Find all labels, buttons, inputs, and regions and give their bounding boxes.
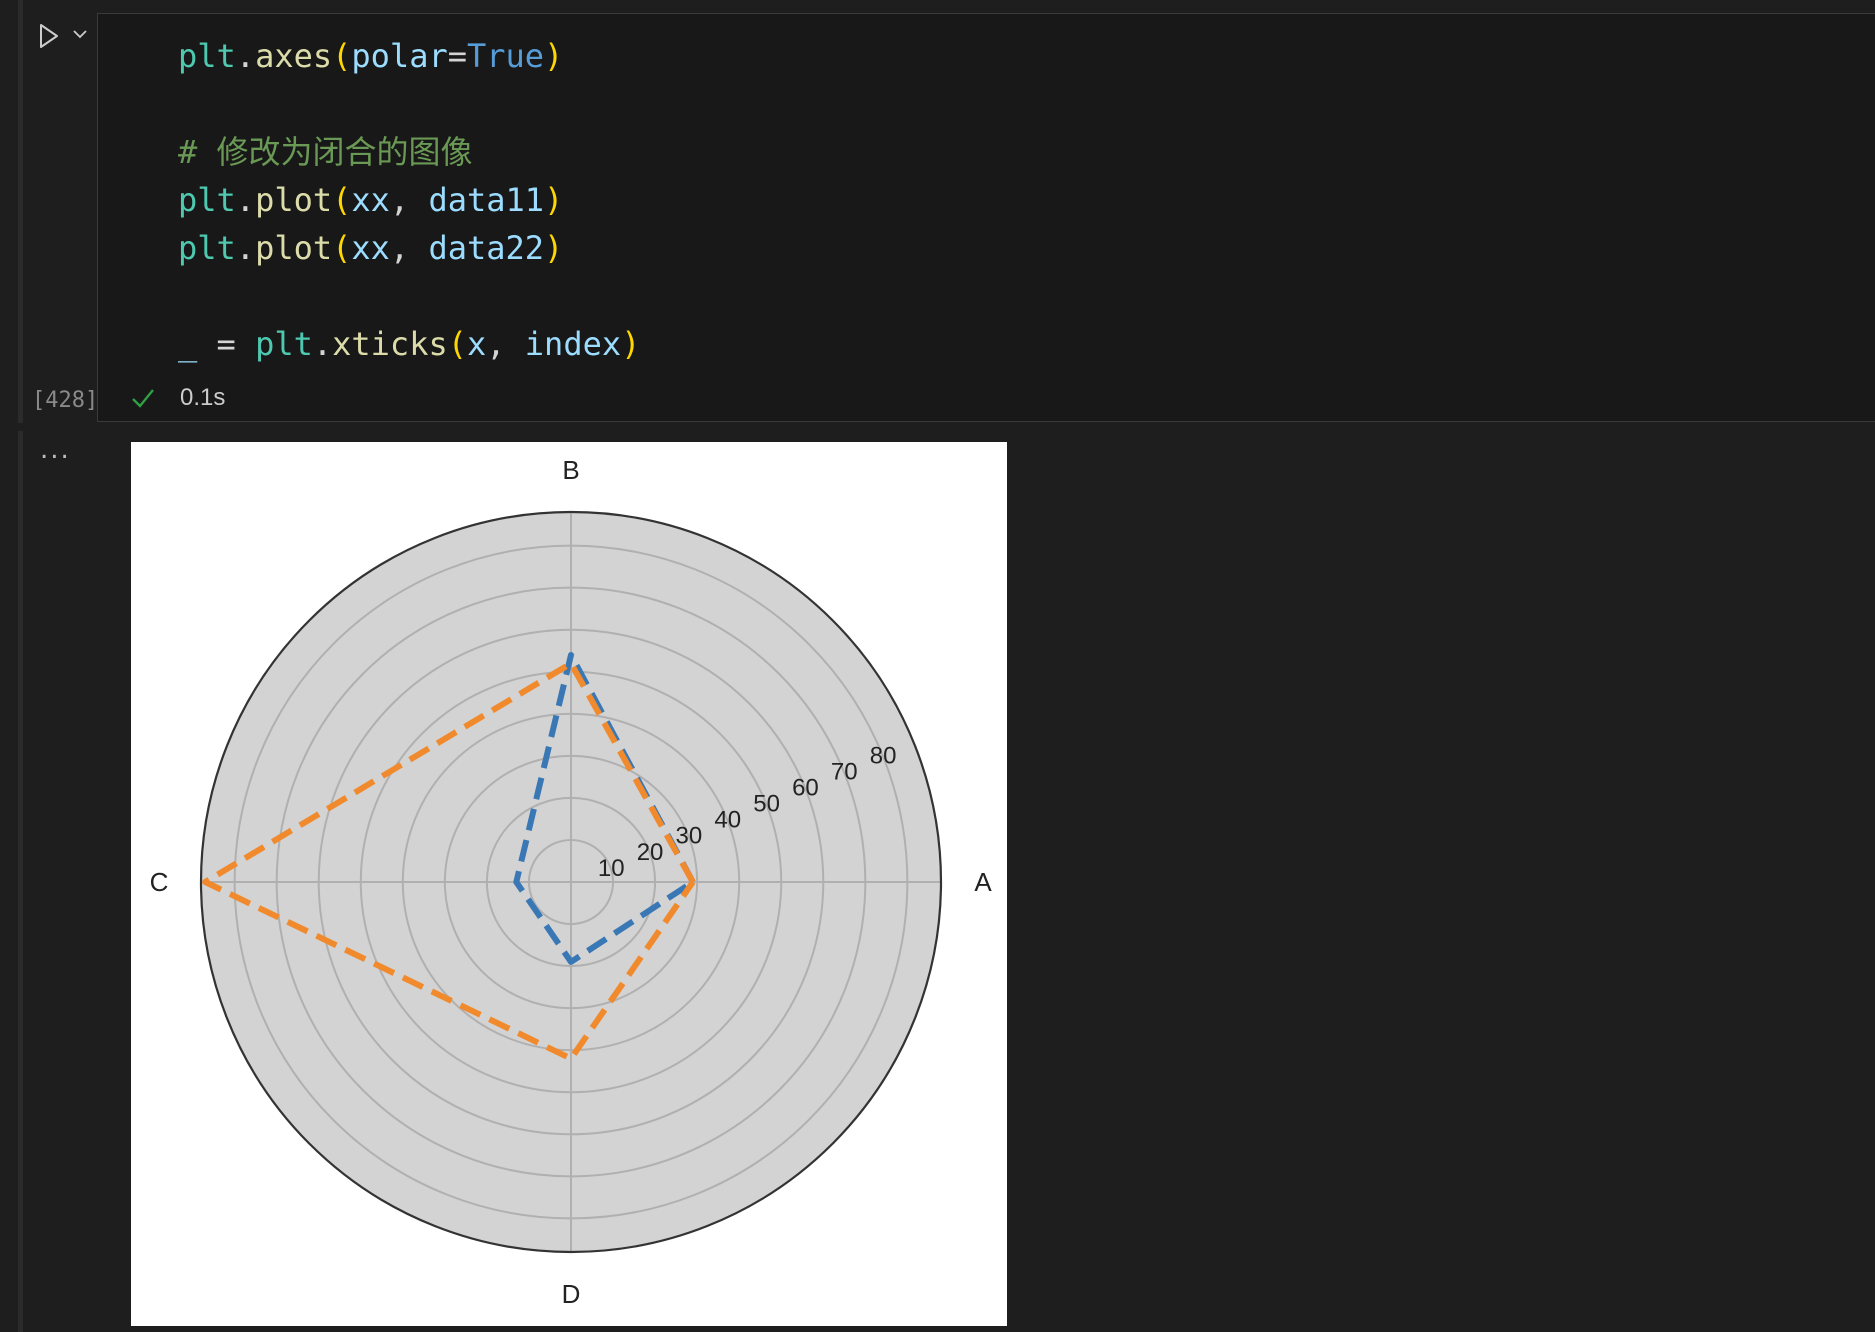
polar-chart-output: 10 20 30 40 50 60 70 80 A B C D [131, 442, 1007, 1326]
cell-gutter [23, 0, 97, 423]
category-label-b: B [562, 455, 579, 485]
polar-chart: 10 20 30 40 50 60 70 80 A B C D [150, 455, 993, 1309]
radial-tick-label: 20 [637, 839, 664, 866]
execution-status: 0.1s [130, 384, 225, 412]
radial-tick-label: 10 [598, 855, 625, 882]
code-line: plt.plot(xx, data11) [178, 181, 564, 219]
check-icon [132, 389, 154, 408]
output-more-button[interactable]: ... [40, 437, 71, 463]
radial-tick-label: 70 [831, 758, 858, 785]
execution-time: 0.1s [180, 384, 226, 411]
code-line: _ = plt.xticks(x, index) [178, 325, 641, 363]
radial-tick-label: 40 [714, 807, 741, 834]
radial-tick-label: 60 [792, 774, 819, 801]
code-block[interactable]: plt.axes(polar=True) # 修改为闭合的图像 plt.plot(… [178, 32, 640, 368]
output-focus-bar [18, 431, 23, 1332]
category-label-d: D [562, 1279, 581, 1309]
code-line: plt.plot(xx, data22) [178, 229, 564, 267]
play-icon [40, 24, 58, 48]
radial-tick-label: 30 [676, 823, 703, 850]
code-line: plt.axes(polar=True) [178, 37, 564, 75]
code-cell-editor[interactable]: plt.axes(polar=True) # 修改为闭合的图像 plt.plot(… [97, 13, 1875, 422]
execution-count: [428] [32, 388, 99, 413]
category-label-c: C [150, 867, 169, 897]
radial-tick-label: 80 [870, 742, 897, 769]
radial-tick-label: 50 [753, 791, 780, 818]
run-cell-button[interactable] [36, 22, 62, 50]
chevron-down-icon[interactable] [72, 26, 88, 42]
category-label-a: A [974, 867, 992, 897]
code-line: # 修改为闭合的图像 [178, 133, 473, 171]
